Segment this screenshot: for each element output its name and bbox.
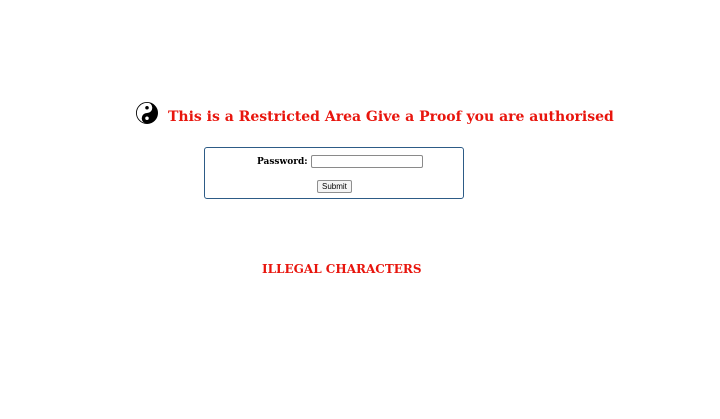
password-row: Password: — [257, 155, 423, 168]
page-header: This is a Restricted Area Give a Proof y… — [136, 101, 614, 125]
error-message: ILLEGAL CHARACTERS — [262, 262, 422, 276]
login-form: Password: Submit — [204, 147, 464, 199]
yin-yang-icon — [136, 102, 158, 124]
submit-button[interactable]: Submit — [317, 180, 352, 193]
page: This is a Restricted Area Give a Proof y… — [0, 0, 720, 419]
page-title: This is a Restricted Area Give a Proof y… — [168, 109, 614, 125]
password-label: Password: — [257, 156, 308, 167]
password-input[interactable] — [310, 155, 423, 168]
